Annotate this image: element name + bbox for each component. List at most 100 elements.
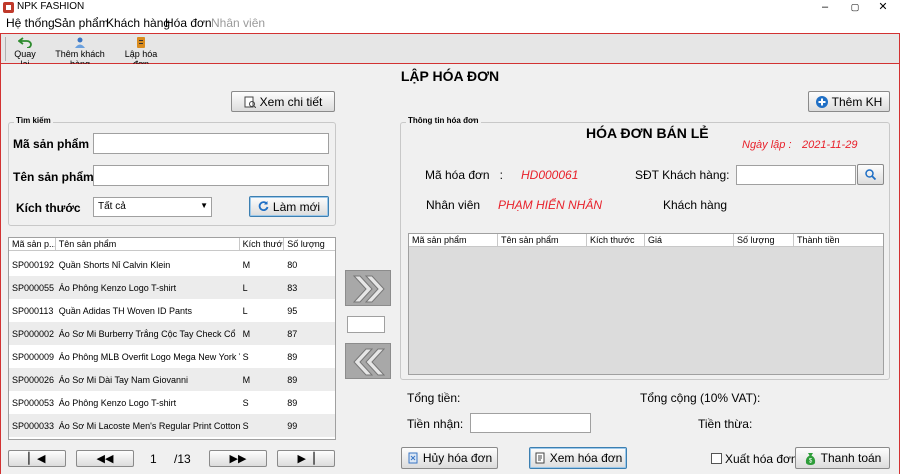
cell-product-code: SP000033 [12, 420, 55, 431]
total-pages: /13 [174, 452, 191, 466]
export-invoice-checkbox[interactable] [711, 453, 722, 464]
maximize-button[interactable]: ▢ [840, 0, 870, 15]
cell-product-code: SP000192 [12, 259, 55, 270]
table-row[interactable]: SP000002 Áo Sơ Mi Burberry Trắng Cộc Tay … [9, 322, 335, 345]
product-table-header: Mã sản p... Tên sản phẩm Kích thước Số l… [9, 238, 335, 251]
menu-customers[interactable]: Khách hàng [106, 16, 170, 30]
cancel-invoice-button[interactable]: Hủy hóa đơn [401, 447, 498, 469]
cell-product-name: Quần Shorts Nỉ Calvin Klein [58, 259, 171, 270]
create-invoice-button[interactable]: Lập hóa đơn [116, 35, 166, 69]
product-code-label: Mã sản phẩm [13, 137, 90, 151]
col-product-code[interactable]: Mã sản p... [9, 238, 56, 250]
col-inv-price[interactable]: Giá [645, 234, 734, 246]
title-bar: NPK FASHION – ▢ ✕ [0, 0, 900, 15]
back-button[interactable]: Quay lại [9, 35, 41, 69]
add-customer-button[interactable]: Thêm KH [808, 91, 890, 112]
col-inv-product-code[interactable]: Mã sản phẩm [409, 234, 498, 246]
transfer-quantity-input[interactable] [347, 316, 385, 333]
menu-products[interactable]: Sản phẩm [54, 16, 109, 30]
staff-value: PHẠM HIỂN NHÂN [498, 198, 603, 212]
toolbar: Quay lại Thêm khách hàng Lập hóa đơn [0, 33, 900, 69]
plus-circle-icon [815, 95, 828, 108]
remove-from-invoice-button[interactable] [345, 343, 391, 379]
table-row[interactable]: SP000053 Áo Phông Kenzo Logo T-shirt S 89 [9, 391, 335, 414]
cell-size: S [242, 351, 249, 362]
cell-size: M [242, 328, 251, 339]
refresh-icon [258, 201, 269, 211]
fast-forward-icon: ▶▶ [229, 453, 247, 465]
received-amount-input[interactable] [470, 413, 591, 433]
invoice-info-legend: Thông tin hóa đơn [406, 116, 481, 125]
chevron-down-icon: ▼ [200, 201, 208, 210]
undo-arrow-icon [18, 37, 32, 48]
search-icon [865, 169, 876, 180]
subtotal-label: Tổng tiền: [407, 391, 461, 405]
last-page-button[interactable]: ▶▕ [277, 450, 335, 467]
col-inv-line-total[interactable]: Thành tiền [794, 234, 883, 246]
next-page-button[interactable]: ▶▶ [209, 450, 267, 467]
invoice-date-value: 2021-11-29 [802, 139, 858, 151]
cell-product-code: SP000002 [12, 328, 55, 339]
previous-page-button[interactable]: ◀◀ [76, 450, 134, 467]
view-detail-button[interactable]: Xem chi tiết [231, 91, 335, 112]
cell-product-name: Áo Sơ Mi Dài Tay Nam Giovanni [58, 374, 189, 385]
menu-staff[interactable]: Nhân viên [211, 16, 265, 30]
invoice-id-value: HD000061 [521, 168, 579, 182]
size-select[interactable]: Tất cả ▼ [93, 197, 212, 217]
toolbar-add-customer-button[interactable]: Thêm khách hàng [46, 35, 114, 69]
minimize-button[interactable]: – [810, 0, 840, 15]
customer-label: Khách hàng [663, 198, 728, 212]
invoice-id-label: Mã hóa đơn : [425, 168, 503, 182]
cell-product-name: Áo Phông Kenzo Logo T-shirt [58, 397, 177, 408]
cell-product-name: Áo Sơ Mi Burberry Trắng Cộc Tay Check Cổ [58, 328, 236, 339]
app-logo-icon [3, 2, 14, 13]
product-table: Mã sản p... Tên sản phẩm Kích thước Số l… [8, 237, 336, 440]
refresh-label: Làm mới [272, 199, 321, 214]
view-invoice-button[interactable]: Xem hóa đơn [529, 447, 627, 469]
search-customer-button[interactable] [857, 164, 884, 185]
table-row[interactable]: SP000033 Áo Sơ Mi Lacoste Men's Regular P… [9, 414, 335, 437]
rewind-icon: ◀◀ [96, 453, 114, 465]
add-customer-label: Thêm KH [831, 94, 883, 109]
window-title: NPK FASHION [17, 1, 85, 12]
invoice-date-label: Ngày lập : [742, 139, 792, 151]
product-name-input[interactable] [93, 165, 329, 186]
refresh-button[interactable]: Làm mới [249, 196, 329, 217]
cell-size: M [242, 374, 251, 385]
table-row[interactable]: SP000192 Quần Shorts Nỉ Calvin Klein M 80 [9, 253, 335, 276]
close-button[interactable]: ✕ [868, 0, 898, 15]
table-row[interactable]: SP000113 Quần Adidas TH Woven ID Pants L 95 [9, 299, 335, 322]
cell-quantity: 99 [287, 420, 298, 431]
toolbar-grip [5, 37, 6, 61]
customer-phone-input[interactable] [736, 165, 856, 185]
col-quantity[interactable]: Số lượng [284, 238, 335, 250]
current-page: 1 [150, 452, 157, 466]
cell-product-name: Áo Phông Kenzo Logo T-shirt [58, 282, 177, 293]
col-inv-product-name[interactable]: Tên sản phẩm [498, 234, 587, 246]
cell-quantity: 89 [287, 397, 298, 408]
cell-product-name: Quần Adidas TH Woven ID Pants [58, 305, 192, 316]
col-size[interactable]: Kích thước [240, 238, 285, 250]
first-page-button[interactable]: ▏◀ [8, 450, 66, 467]
table-row[interactable]: SP000009 Áo Phông MLB Overfit Logo Mega N… [9, 345, 335, 368]
cell-size: S [242, 397, 249, 408]
add-to-invoice-button[interactable] [345, 270, 391, 306]
product-name-label: Tên sản phẩm [13, 170, 94, 184]
product-code-input[interactable] [93, 133, 329, 154]
col-product-name[interactable]: Tên sản phẩm [56, 238, 240, 250]
pay-button[interactable]: $ Thanh toán [795, 447, 890, 469]
page-title: LẬP HÓA ĐƠN [400, 68, 500, 84]
invoice-table: Mã sản phẩm Tên sản phẩm Kích thước Giá … [408, 233, 884, 375]
pay-label: Thanh toán [820, 451, 882, 465]
search-legend: Tìm kiếm [14, 116, 53, 125]
last-page-icon: ▶▕ [297, 453, 315, 465]
menu-system[interactable]: Hệ thống [6, 16, 55, 30]
col-inv-quantity[interactable]: Số lượng [734, 234, 794, 246]
view-detail-label: Xem chi tiết [259, 94, 323, 109]
col-inv-size[interactable]: Kích thước [587, 234, 645, 246]
table-row[interactable]: SP000055 Áo Phông Kenzo Logo T-shirt L 83 [9, 276, 335, 299]
menu-invoices[interactable]: Hóa đơn [165, 16, 212, 30]
table-row[interactable]: SP000026 Áo Sơ Mi Dài Tay Nam Giovanni M 89 [9, 368, 335, 391]
add-customer-icon [75, 37, 85, 48]
money-bag-icon: $ [805, 452, 815, 465]
